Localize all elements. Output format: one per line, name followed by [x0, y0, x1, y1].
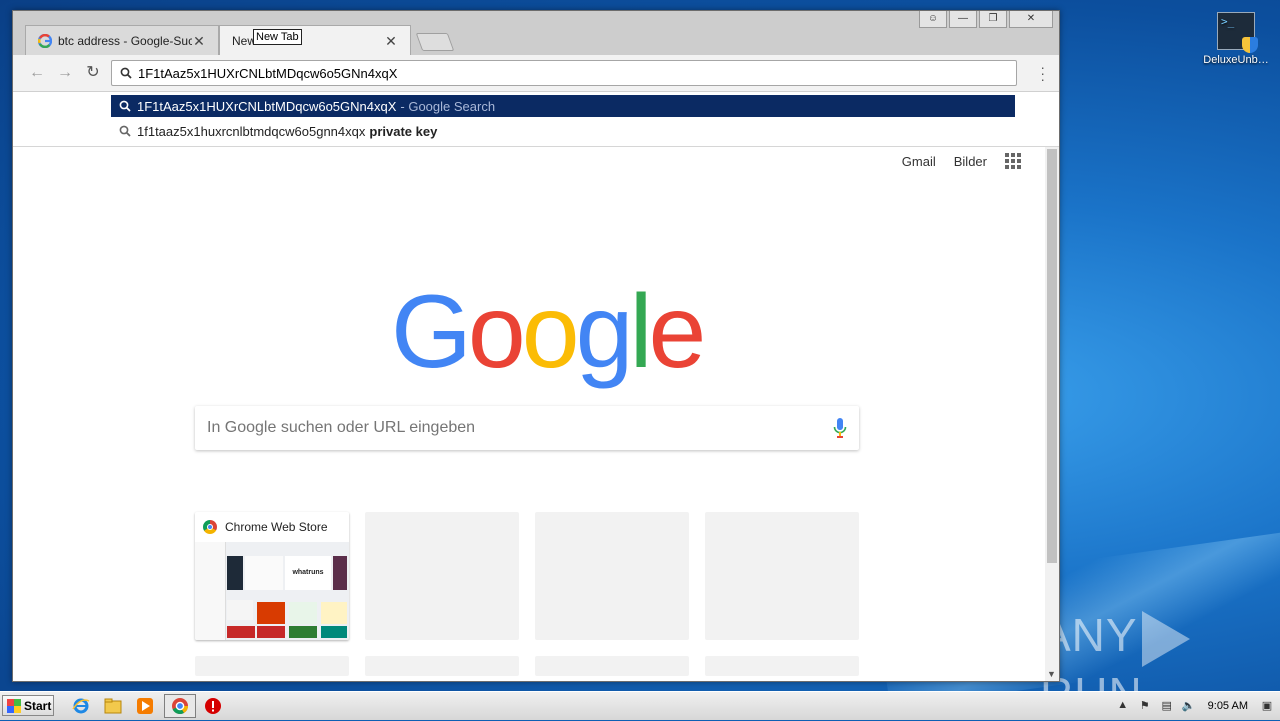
profile-icon[interactable]: ☺	[919, 11, 947, 28]
google-g-icon	[38, 34, 52, 48]
network-icon[interactable]: ▤	[1160, 699, 1174, 713]
search-input[interactable]	[195, 419, 833, 437]
file-explorer-icon[interactable]	[102, 696, 124, 716]
tile-chrome-web-store[interactable]: Chrome Web Store whatruns	[195, 512, 349, 640]
tile-empty	[705, 512, 859, 640]
most-visited-tiles: Chrome Web Store whatruns	[195, 512, 859, 676]
media-player-icon[interactable]	[134, 696, 156, 716]
new-tab-page: Gmail Bilder Google Chrome Web Store	[13, 147, 1045, 681]
logo-letter: o	[467, 274, 526, 390]
maximize-button[interactable]: ❐	[979, 11, 1007, 28]
logo-letter: G	[391, 274, 472, 390]
windows-logo-icon	[7, 698, 21, 713]
suggestion-item[interactable]: 1F1tAaz5x1HUXrCNLbtMDqcw6o5GNn4xqX - Goo…	[111, 95, 1015, 117]
minimize-button[interactable]: —	[949, 11, 977, 28]
tab-tooltip: New Tab	[253, 29, 302, 45]
titlebar: ☺ — ❐ ✕ btc address - Google-Suche ✕ New…	[13, 11, 1059, 56]
start-label: Start	[24, 698, 52, 713]
page-scrollbar[interactable]: ▼	[1045, 147, 1059, 681]
search-icon	[119, 100, 131, 112]
play-icon	[1141, 610, 1190, 667]
gmail-link[interactable]: Gmail	[902, 154, 936, 169]
search-icon	[120, 67, 132, 79]
back-arrow-icon[interactable]: ←	[25, 61, 49, 85]
toolbar: ← → ↻ ···	[13, 55, 1059, 92]
google-bar: Gmail Bilder	[902, 153, 1021, 169]
omnibox[interactable]	[111, 60, 1017, 86]
tile-empty	[195, 656, 349, 676]
action-center-flag-icon[interactable]: ⚑	[1138, 699, 1152, 713]
search-box[interactable]	[195, 406, 859, 450]
tab-new-tab[interactable]: New Tab ✕	[219, 25, 411, 56]
forward-arrow-icon[interactable]: →	[53, 61, 77, 85]
close-tab-icon[interactable]: ✕	[384, 33, 398, 50]
apps-grid-icon[interactable]	[1005, 153, 1021, 169]
search-icon	[119, 125, 131, 137]
desktop-shortcut-label: DeluxeUnb…	[1203, 54, 1269, 66]
suggestion-text: 1f1taaz5x1huxrcnlbtmdqcw6o5gnn4xqx	[137, 123, 366, 139]
start-button[interactable]: Start	[2, 695, 54, 716]
tile-empty	[535, 512, 689, 640]
clock[interactable]: 9:05 AM	[1208, 700, 1248, 712]
logo-letter: l	[629, 274, 652, 390]
logo-letter: e	[648, 274, 707, 390]
chrome-window: ☺ — ❐ ✕ btc address - Google-Suche ✕ New…	[12, 10, 1060, 682]
tile-empty	[365, 656, 519, 676]
microphone-icon[interactable]	[833, 417, 847, 439]
suggestion-item[interactable]: 1f1taaz5x1huxrcnlbtmdqcw6o5gnn4xqx priva…	[111, 120, 1015, 142]
taskbar: Start ▲ ⚑ ▤ 🔈 9:05 AM ▣	[0, 691, 1280, 720]
menu-kebab-icon[interactable]: · · ·	[1040, 60, 1045, 86]
window-controls: ☺ — ❐ ✕	[919, 11, 1053, 28]
close-window-button[interactable]: ✕	[1009, 11, 1053, 28]
suggestion-suffix: - Google Search	[400, 98, 496, 114]
suggestion-bold: private key	[369, 123, 438, 139]
omnibox-suggestions: 1F1tAaz5x1HUXrCNLbtMDqcw6o5GNn4xqX - Goo…	[13, 92, 1059, 147]
logo-letter: g	[575, 274, 634, 390]
chrome-web-store-icon	[203, 520, 217, 534]
chrome-taskbar-icon[interactable]	[164, 694, 196, 718]
internet-explorer-icon[interactable]	[70, 696, 92, 716]
logo-letter: o	[521, 274, 580, 390]
reload-icon[interactable]: ↻	[81, 61, 105, 85]
system-tray: ▲ ⚑ ▤ 🔈 9:05 AM ▣	[1116, 692, 1280, 720]
images-link[interactable]: Bilder	[954, 154, 987, 169]
new-tab-button[interactable]	[415, 33, 455, 51]
tile-title: Chrome Web Store	[225, 520, 328, 534]
tile-empty	[535, 656, 689, 676]
scrollbar-thumb[interactable]	[1047, 149, 1057, 563]
thumbnail-label: whatruns	[285, 556, 331, 590]
tile-empty	[705, 656, 859, 676]
terminal-shield-icon: >_	[1217, 12, 1258, 53]
tab-google-search[interactable]: btc address - Google-Suche ✕	[25, 25, 219, 56]
tile-empty	[365, 512, 519, 640]
volume-icon[interactable]: 🔈	[1182, 699, 1196, 713]
tile-thumbnail: whatruns	[195, 542, 349, 640]
close-tab-icon[interactable]: ✕	[192, 33, 206, 50]
show-desktop-icon[interactable]: ▣	[1260, 699, 1274, 713]
desktop-shortcut-deluxeunb[interactable]: >_ DeluxeUnb…	[1200, 12, 1272, 66]
tray-expand-icon[interactable]: ▲	[1116, 699, 1130, 713]
suggestion-text: 1F1tAaz5x1HUXrCNLbtMDqcw6o5GNn4xqX	[137, 98, 397, 114]
google-logo: Google	[391, 274, 707, 390]
omnibox-input[interactable]	[138, 65, 1016, 81]
tab-title: btc address - Google-Suche	[58, 34, 192, 48]
scroll-down-icon[interactable]: ▼	[1047, 669, 1056, 679]
stop-sign-icon[interactable]	[202, 696, 224, 716]
